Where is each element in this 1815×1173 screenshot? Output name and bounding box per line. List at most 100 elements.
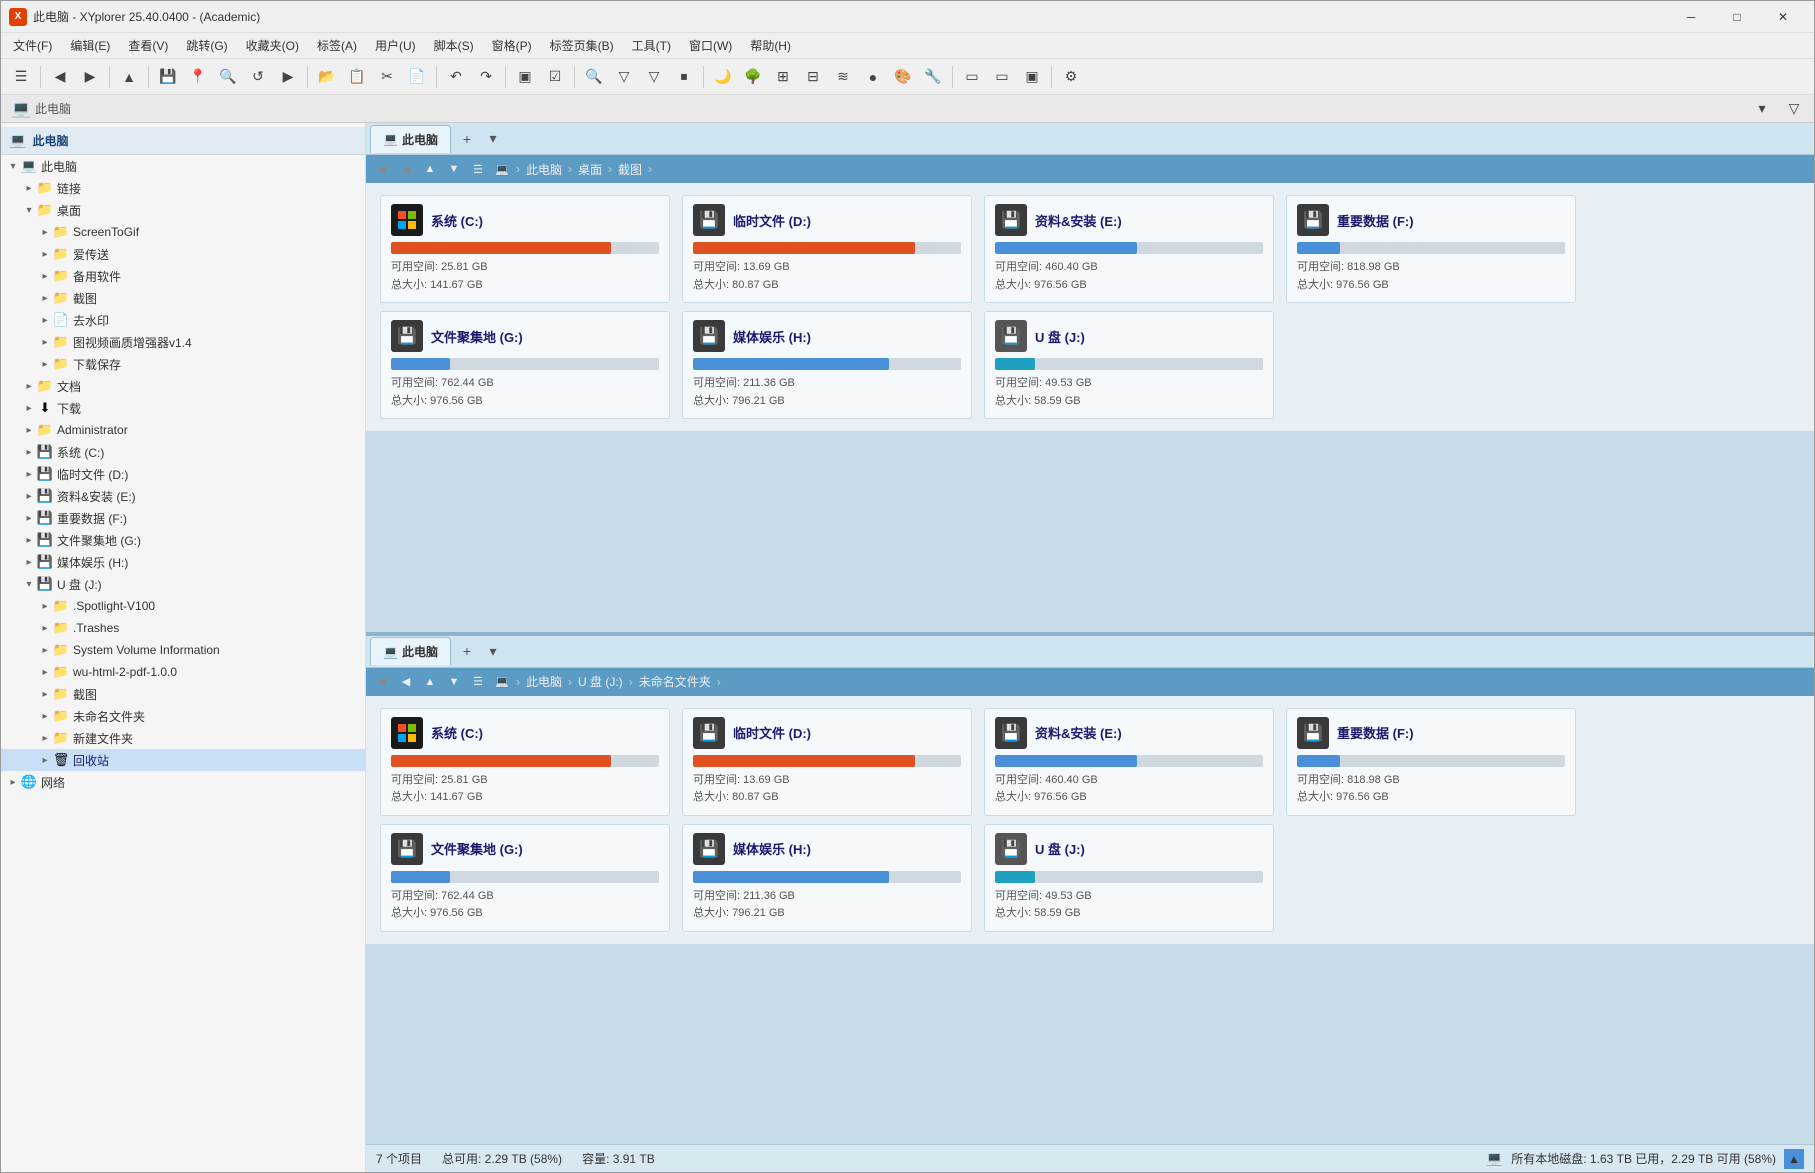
tree-item-11[interactable]: ▸⬇下载 [1,397,365,419]
tree-item-23[interactable]: ▸📁wu-html-2-pdf-1.0.0 [1,661,365,683]
toolbar-color[interactable]: 🎨 [889,63,917,91]
toolbar-filter[interactable]: 🔍 [580,63,608,91]
menu-view[interactable]: 查看(V) [120,34,176,57]
expand-icon-3[interactable]: ▸ [37,224,53,240]
bottom-nav-pc[interactable]: 💻 [492,672,512,692]
expand-icon-7[interactable]: ▸ [37,312,53,328]
bottom-nav-forward[interactable]: ◀ [396,672,416,692]
search-button[interactable]: 🔍 [214,63,242,91]
bottom-tab-add[interactable]: + [455,639,479,663]
location-button[interactable]: 📍 [184,63,212,91]
expand-icon-14[interactable]: ▸ [21,466,37,482]
toolbar-filter2[interactable]: ▽ [610,63,638,91]
expand-icon-6[interactable]: ▸ [37,290,53,306]
menu-tools[interactable]: 工具(T) [624,34,679,57]
toolbar-select[interactable]: ▣ [511,63,539,91]
top-nav-list[interactable]: ☰ [468,159,488,179]
expand-icon-23[interactable]: ▸ [37,664,53,680]
bottom-bc-0[interactable]: 此电脑 [522,671,566,692]
toolbar-check[interactable]: ☑ [541,63,569,91]
bottom-nav-up[interactable]: ▲ [420,672,440,692]
menu-pane[interactable]: 窗格(P) [484,34,540,57]
tree-item-5[interactable]: ▸📁备用软件 [1,265,365,287]
tree-item-0[interactable]: ▾💻此电脑 [1,155,365,177]
expand-icon-22[interactable]: ▸ [37,642,53,658]
expand-icon-27[interactable]: ▸ [37,752,53,768]
expand-icon-19[interactable]: ▾ [21,576,37,592]
toolbar-ball[interactable]: ● [859,63,887,91]
top-tab-add[interactable]: + [455,127,479,151]
expand-icon-16[interactable]: ▸ [21,510,37,526]
expand-icon-18[interactable]: ▸ [21,554,37,570]
up-button[interactable]: ▲ [115,63,143,91]
drive-icon[interactable]: 💾 [154,63,182,91]
top-nav-back[interactable]: ◀ [372,159,392,179]
tree-item-2[interactable]: ▾📁桌面 [1,199,365,221]
bottom-nav-down[interactable]: ▼ [444,672,464,692]
menu-edit[interactable]: 编辑(E) [62,34,118,57]
menu-goto[interactable]: 跳转(G) [178,34,235,57]
menu-window[interactable]: 窗口(W) [681,34,740,57]
tree-item-18[interactable]: ▸💾媒体娱乐 (H:) [1,551,365,573]
tree-item-3[interactable]: ▸📁ScreenToGif [1,221,365,243]
toolbar-moon[interactable]: 🌙 [709,63,737,91]
expand-icon-12[interactable]: ▸ [21,422,37,438]
drive-card-6[interactable]: 💾U 盘 (J:)可用空间: 49.53 GB总大小: 58.59 GB [984,824,1274,932]
top-bc-1[interactable]: 桌面 [574,159,606,180]
tree-item-28[interactable]: ▸🌐网络 [1,771,365,793]
expand-icon-11[interactable]: ▸ [21,400,37,416]
expand-icon-2[interactable]: ▾ [21,202,37,218]
menu-tabset[interactable]: 标签页集(B) [542,34,622,57]
tree-item-1[interactable]: ▸📁链接 [1,177,365,199]
bottom-nav-back[interactable]: ◀ [372,672,392,692]
tree-item-21[interactable]: ▸📁.Trashes [1,617,365,639]
back-button[interactable]: ◀ [46,63,74,91]
menu-script[interactable]: 脚本(S) [426,34,482,57]
address-dropdown[interactable]: ▾ [1748,95,1776,123]
tree-item-17[interactable]: ▸💾文件聚集地 (G:) [1,529,365,551]
tree-item-22[interactable]: ▸📁System Volume Information [1,639,365,661]
minimize-button[interactable]: ─ [1668,1,1714,33]
top-nav-forward[interactable]: ◀ [396,159,416,179]
expand-icon-28[interactable]: ▸ [5,774,21,790]
toolbar-paste[interactable]: 📄 [403,63,431,91]
toolbar-filter3[interactable]: ▽ [640,63,668,91]
expand-icon-10[interactable]: ▸ [21,378,37,394]
toolbar-pane2[interactable]: ▭ [988,63,1016,91]
address-filter[interactable]: ▽ [1780,95,1808,123]
toolbar-redo[interactable]: ↷ [472,63,500,91]
drive-card-1[interactable]: 💾临时文件 (D:)可用空间: 13.69 GB总大小: 80.87 GB [682,708,972,816]
tree-item-4[interactable]: ▸📁爱传送 [1,243,365,265]
tree-item-10[interactable]: ▸📁文档 [1,375,365,397]
tree-item-20[interactable]: ▸📁.Spotlight-V100 [1,595,365,617]
toolbar-settings[interactable]: ⚙ [1057,63,1085,91]
menu-help[interactable]: 帮助(H) [742,34,799,57]
toolbar-wrench[interactable]: 🔧 [919,63,947,91]
toolbar-grid[interactable]: ⊞ [769,63,797,91]
top-nav-pc[interactable]: 💻 [492,159,512,179]
expand-icon-15[interactable]: ▸ [21,488,37,504]
expand-icon-20[interactable]: ▸ [37,598,53,614]
top-bc-2[interactable]: 截图 [614,159,646,180]
expand-icon-26[interactable]: ▸ [37,730,53,746]
tree-item-25[interactable]: ▸📁未命名文件夹 [1,705,365,727]
tree-item-16[interactable]: ▸💾重要数据 (F:) [1,507,365,529]
bottom-tab-button[interactable]: 💻 此电脑 [370,637,451,665]
drive-card-3[interactable]: 💾重要数据 (F:)可用空间: 818.98 GB总大小: 976.56 GB [1286,708,1576,816]
expand-icon-21[interactable]: ▸ [37,620,53,636]
menu-file[interactable]: 文件(F) [5,34,60,57]
expand-icon-9[interactable]: ▸ [37,356,53,372]
toolbar-menu-icon[interactable]: ☰ [7,63,35,91]
drive-card-0[interactable]: 系统 (C:)可用空间: 25.81 GB总大小: 141.67 GB [380,195,670,303]
menu-tags[interactable]: 标签(A) [309,34,365,57]
tree-item-8[interactable]: ▸📁图视频画质增强器v1.4 [1,331,365,353]
close-button[interactable]: ✕ [1760,1,1806,33]
toolbar-wave[interactable]: ≋ [829,63,857,91]
bottom-bc-2[interactable]: 未命名文件夹 [635,671,715,692]
toolbar-folder[interactable]: 📂 [313,63,341,91]
expand-icon-17[interactable]: ▸ [21,532,37,548]
drive-card-3[interactable]: 💾重要数据 (F:)可用空间: 818.98 GB总大小: 976.56 GB [1286,195,1576,303]
status-scroll-up[interactable]: ▲ [1784,1149,1804,1169]
expand-icon-13[interactable]: ▸ [21,444,37,460]
maximize-button[interactable]: □ [1714,1,1760,33]
